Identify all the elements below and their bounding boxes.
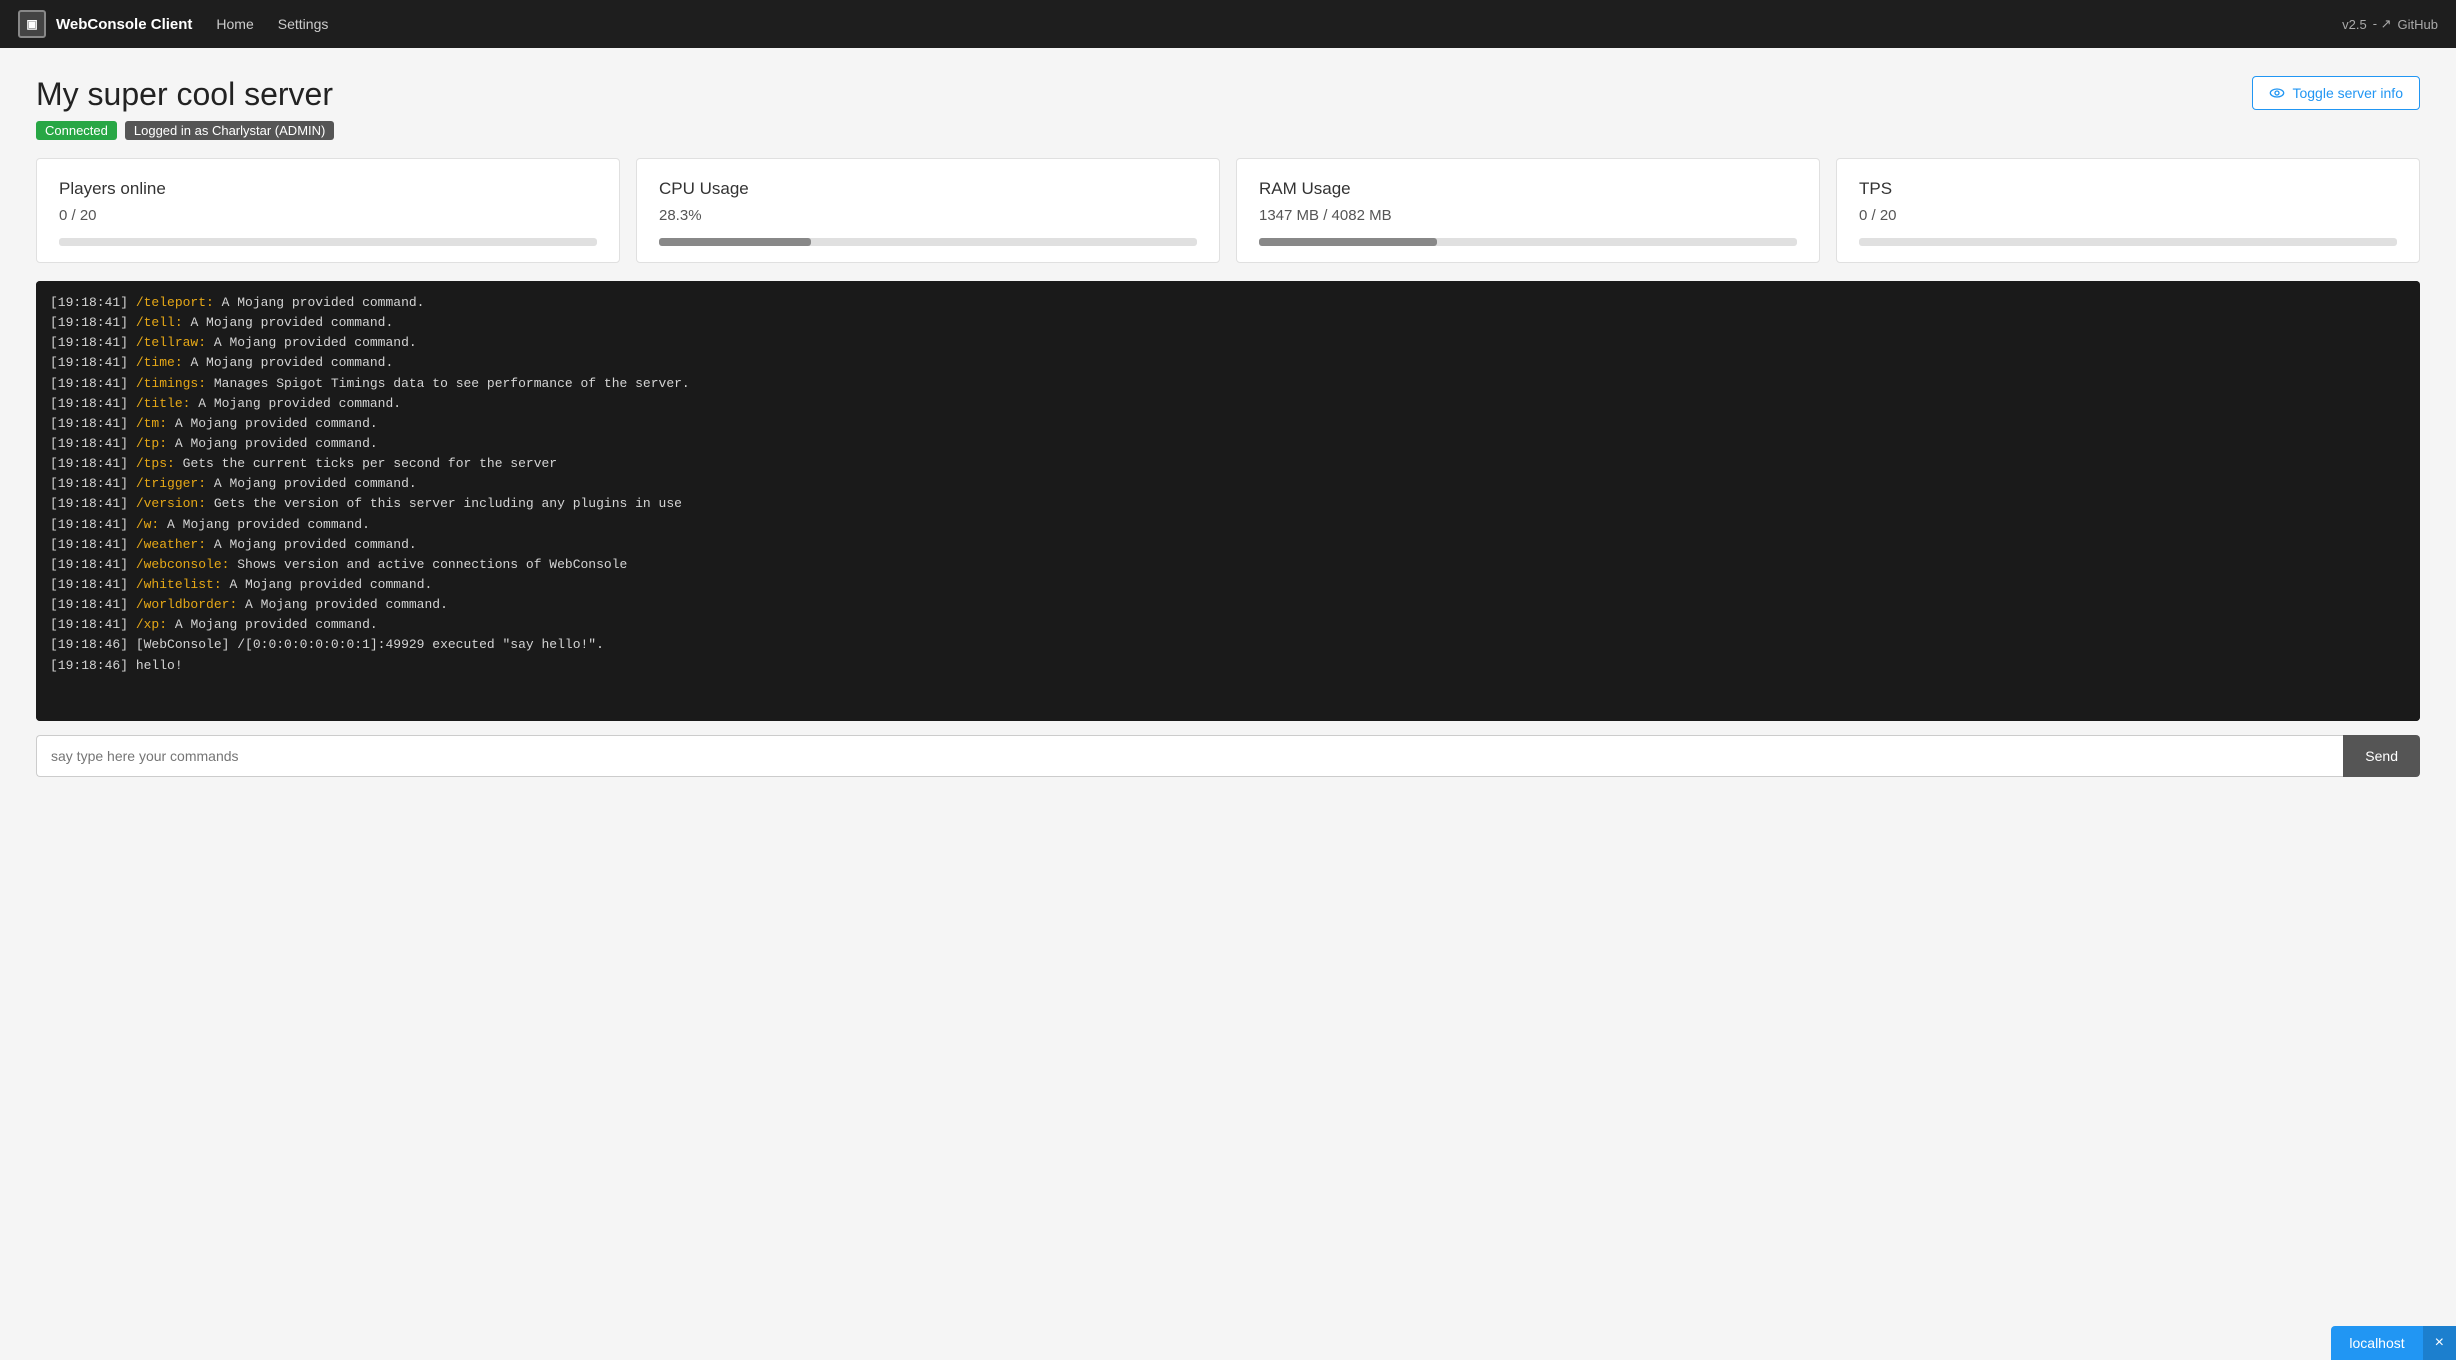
stat-cpu-value: 28.3% bbox=[659, 207, 1197, 224]
command-input[interactable] bbox=[36, 735, 2343, 777]
stat-card-tps: TPS 0 / 20 bbox=[1836, 158, 2420, 263]
navbar-brand: ▣ WebConsole Client bbox=[18, 10, 192, 38]
page-title-area: My super cool server Connected Logged in… bbox=[36, 76, 334, 140]
navbar-right: v2.5 - ↗ GitHub bbox=[2342, 16, 2438, 32]
page-title: My super cool server bbox=[36, 76, 334, 113]
stat-ram-value: 1347 MB / 4082 MB bbox=[1259, 207, 1797, 224]
brand-icon: ▣ bbox=[18, 10, 46, 38]
nav-settings[interactable]: Settings bbox=[278, 16, 329, 32]
github-link[interactable]: GitHub bbox=[2398, 17, 2438, 32]
stat-ram-fill bbox=[1259, 238, 1437, 246]
send-button[interactable]: Send bbox=[2343, 735, 2420, 777]
main-content: My super cool server Connected Logged in… bbox=[0, 48, 2456, 1360]
stat-players-value: 0 / 20 bbox=[59, 207, 597, 224]
stat-ram-label: RAM Usage bbox=[1259, 179, 1797, 199]
navbar-left: ▣ WebConsole Client Home Settings bbox=[18, 10, 328, 38]
navbar: ▣ WebConsole Client Home Settings v2.5 -… bbox=[0, 0, 2456, 48]
stat-ram-bar bbox=[1259, 238, 1797, 246]
input-row: Send bbox=[36, 735, 2420, 777]
stat-tps-label: TPS bbox=[1859, 179, 2397, 199]
stat-tps-bar bbox=[1859, 238, 2397, 246]
page-header: My super cool server Connected Logged in… bbox=[36, 76, 2420, 140]
stat-card-ram: RAM Usage 1347 MB / 4082 MB bbox=[1236, 158, 1820, 263]
stat-card-players: Players online 0 / 20 bbox=[36, 158, 620, 263]
stat-players-bar bbox=[59, 238, 597, 246]
nav-home[interactable]: Home bbox=[216, 16, 253, 32]
badge-connected: Connected bbox=[36, 121, 117, 140]
stats-row: Players online 0 / 20 CPU Usage 28.3% RA… bbox=[36, 158, 2420, 263]
stat-tps-value: 0 / 20 bbox=[1859, 207, 2397, 224]
badges: Connected Logged in as Charlystar (ADMIN… bbox=[36, 121, 334, 140]
badge-admin: Logged in as Charlystar (ADMIN) bbox=[125, 121, 334, 140]
bottom-bar-close-button[interactable]: × bbox=[2423, 1326, 2456, 1360]
toggle-server-info-button[interactable]: Toggle server info bbox=[2252, 76, 2420, 110]
app-title: WebConsole Client bbox=[56, 16, 192, 33]
eye-icon bbox=[2269, 85, 2285, 101]
bottom-bar: localhost × bbox=[2331, 1326, 2456, 1360]
console-output[interactable]: [19:18:41] /teleport: A Mojang provided … bbox=[36, 281, 2420, 721]
stat-cpu-bar bbox=[659, 238, 1197, 246]
stat-players-label: Players online bbox=[59, 179, 597, 199]
stat-cpu-fill bbox=[659, 238, 811, 246]
console-container: [19:18:41] /teleport: A Mojang provided … bbox=[36, 281, 2420, 721]
stat-card-cpu: CPU Usage 28.3% bbox=[636, 158, 1220, 263]
bottom-bar-label: localhost bbox=[2331, 1327, 2422, 1359]
stat-cpu-label: CPU Usage bbox=[659, 179, 1197, 199]
app-version: v2.5 bbox=[2342, 17, 2367, 32]
